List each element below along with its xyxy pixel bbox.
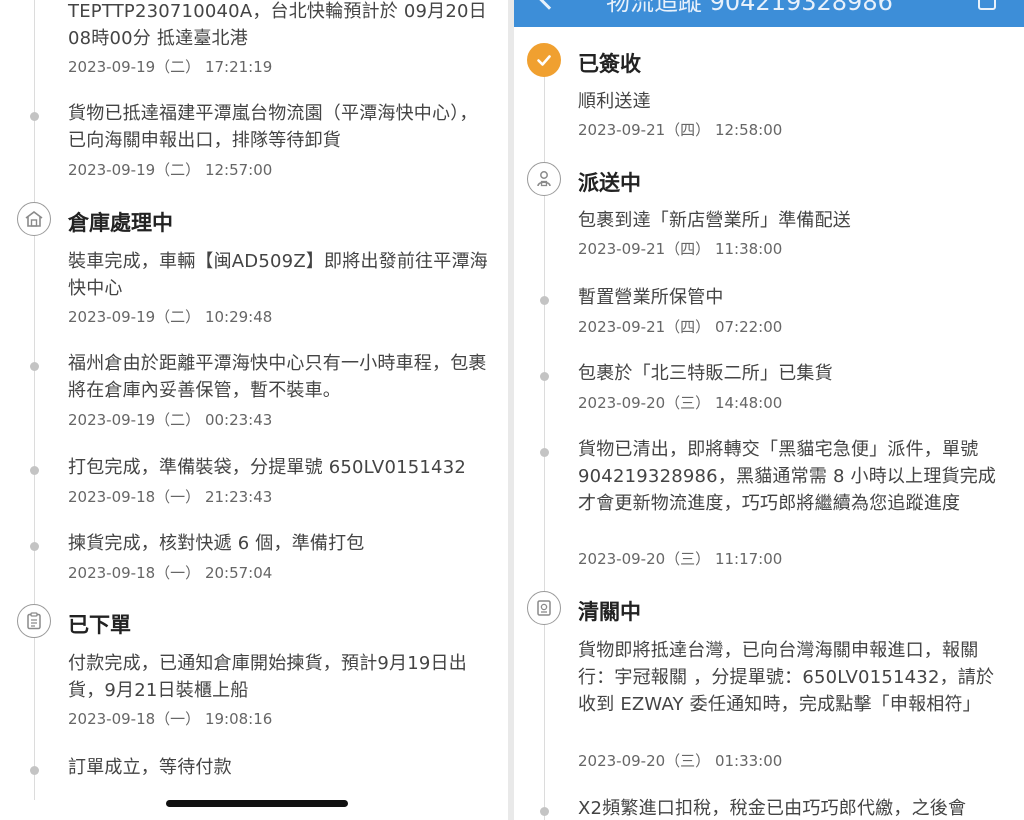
entry-message: 裝車完成，車輛【闽AD509Z】即將出發前往平潭海快中心 [68, 251, 488, 299]
entry-time: 2023-09-18（一） 19:08:16 [68, 710, 273, 728]
home-indicator[interactable] [166, 800, 348, 807]
entry-message: 貨物已抵達福建平潭嵐台物流園（平潭海快中心），已向海關申報出口，排隊等待卸貨 [68, 103, 478, 151]
entry-time: 2023-09-19（二） 17:21:19 [68, 58, 273, 76]
right-timeline-panel[interactable]: 物流追蹤 904219328986 已簽收 順利送達 2023-09-21（四）… [514, 0, 1024, 820]
header-title: 物流追蹤 904219328986 [606, 0, 893, 16]
entry-time: 2023-09-19（二） 00:23:43 [68, 411, 273, 429]
entry-time: 2023-09-18（一） 20:57:04 [68, 564, 273, 582]
timeline-dot [540, 296, 549, 305]
entry-time: 2023-09-20（三） 14:48:00 [578, 394, 783, 412]
left-timeline-panel[interactable]: TEPTTP230710040A，台北快輪預計於 09月20日 08時00分 抵… [0, 0, 508, 820]
entry-time: 2023-09-20（三） 01:33:00 [578, 752, 783, 770]
entry-time: 2023-09-19（二） 12:57:00 [68, 161, 273, 179]
entry-message: 付款完成，已通知倉庫開始揀貨，預計9月19日出貨，9月21日裝櫃上船 [68, 653, 467, 701]
entry-time: 2023-09-21（四） 11:38:00 [578, 240, 783, 258]
entry-time: 2023-09-21（四） 12:58:00 [578, 121, 783, 139]
entry-message: 福州倉由於距離平潭海快中心只有一小時車程，包裹將在倉庫內妥善保管，暫不裝車。 [68, 353, 487, 401]
courier-icon [527, 162, 561, 196]
entry-time: 2023-09-21（四） 07:22:00 [578, 318, 783, 336]
back-arrow-icon[interactable] [536, 0, 562, 10]
entry-message: X2頻繁進口扣稅，稅金已由巧巧郎代繳，之後會 [578, 798, 967, 819]
timeline-dot [30, 466, 39, 475]
header-bar: 物流追蹤 904219328986 [514, 0, 1024, 27]
entry-message: TEPTTP230710040A，台北快輪預計於 09月20日 08時00分 抵… [68, 1, 487, 49]
entry-message: 貨物已清出，即將轉交「黑貓宅急便」派件，單號 904219328986，黑貓通常… [578, 439, 997, 514]
entry-status: 清關中 [578, 600, 641, 624]
customs-icon [527, 591, 561, 625]
entry-time: 2023-09-19（二） 10:29:48 [68, 308, 273, 326]
entry-status: 已下單 [68, 613, 131, 637]
entry-message: 貨物即將抵達台灣，已向台灣海關申報進口，報關行：宇冠報關 ，分提單號：650LV… [578, 640, 995, 715]
entry-message: 包裹於「北三特販二所」已集貨 [578, 363, 833, 384]
copy-icon[interactable] [978, 0, 996, 10]
timeline-dot [30, 112, 39, 121]
timeline-dot [30, 362, 39, 371]
entry-message: 訂單成立，等待付款 [68, 757, 232, 778]
timeline-dot [30, 542, 39, 551]
entry-status: 已簽收 [578, 52, 641, 76]
entry-message: 暫置營業所保管中 [578, 287, 724, 308]
entry-status: 倉庫處理中 [68, 211, 173, 235]
entry-time: 2023-09-20（三） 11:17:00 [578, 550, 783, 568]
timeline-dot [30, 766, 39, 775]
entry-message: 順利送達 [578, 91, 651, 112]
entry-message: 揀貨完成，核對快遞 6 個，準備打包 [68, 533, 365, 554]
entry-message: 包裹到達「新店營業所」準備配送 [578, 210, 851, 231]
clipboard-icon [17, 604, 51, 638]
check-icon [527, 43, 561, 77]
warehouse-icon [17, 202, 51, 236]
timeline-dot [540, 807, 549, 816]
timeline-dot [540, 448, 549, 457]
entry-message: 打包完成，準備裝袋，分提單號 650LV0151432 [68, 457, 467, 478]
entry-status: 派送中 [578, 171, 641, 195]
timeline-dot [540, 372, 549, 381]
entry-time: 2023-09-18（一） 21:23:43 [68, 488, 273, 506]
